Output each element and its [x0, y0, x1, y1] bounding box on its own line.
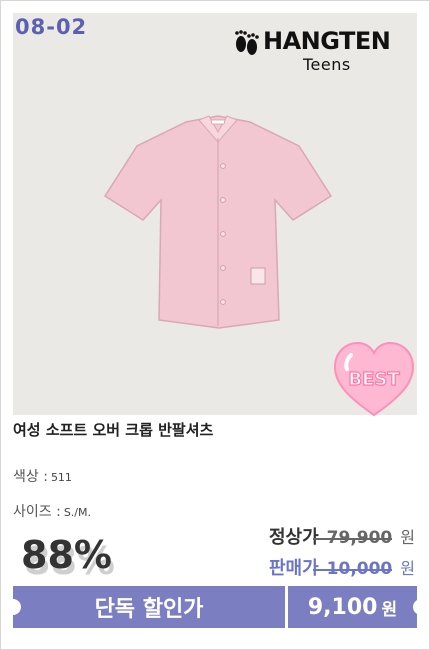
brand-line: Teens	[303, 55, 351, 74]
size-attribute: 사이즈 : S./M.	[13, 501, 91, 521]
discount-rate-value: 88%	[21, 533, 112, 577]
exclusive-price-value: 9,100	[307, 594, 378, 620]
color-label: 색상 :	[13, 469, 48, 485]
discount-rate: 88% 88%	[21, 533, 115, 583]
ticket-notch-left	[5, 599, 21, 615]
product-image[interactable]: 08-02 HANGTEN Teens BEST	[13, 13, 417, 417]
regular-price-row: 정상가 79,900 원	[269, 523, 415, 549]
best-badge: BEST	[333, 341, 415, 417]
product-title[interactable]: 여성 소프트 오버 크롭 반팔셔츠	[13, 419, 213, 440]
exclusive-price: 9,100 원	[288, 586, 417, 628]
brand-logo: HANGTEN Teens	[233, 21, 403, 77]
product-card[interactable]: 08-02 HANGTEN Teens BEST 여성 소프트 오버 크롭 반팔…	[0, 0, 430, 650]
sale-price-label: 판매가	[268, 558, 319, 579]
sale-price-value: 10,000	[312, 559, 393, 579]
exclusive-discount-label: 단독 할인가	[94, 597, 204, 622]
color-value: 511	[50, 471, 72, 484]
color-attribute: 색상 :511	[13, 466, 72, 486]
best-badge-label: BEST	[348, 369, 400, 390]
brand-name: HANGTEN	[263, 27, 391, 55]
shirt-image	[103, 115, 333, 329]
regular-price-currency: 원	[400, 528, 415, 547]
size-value: S./M.	[63, 506, 91, 519]
ticket-notch-right	[413, 599, 429, 615]
product-sku: 08-02	[15, 15, 88, 39]
regular-price-value: 79,900	[312, 528, 393, 548]
exclusive-price-currency: 원	[381, 599, 398, 620]
size-label: 사이즈 :	[13, 504, 61, 520]
footprints-icon	[235, 30, 259, 55]
sale-price-row: 판매가 10,000 원	[269, 554, 415, 580]
exclusive-discount-bar[interactable]: 단독 할인가 9,100 원	[13, 586, 417, 628]
sale-price-currency: 원	[400, 559, 415, 578]
regular-price-label: 정상가	[268, 527, 319, 548]
